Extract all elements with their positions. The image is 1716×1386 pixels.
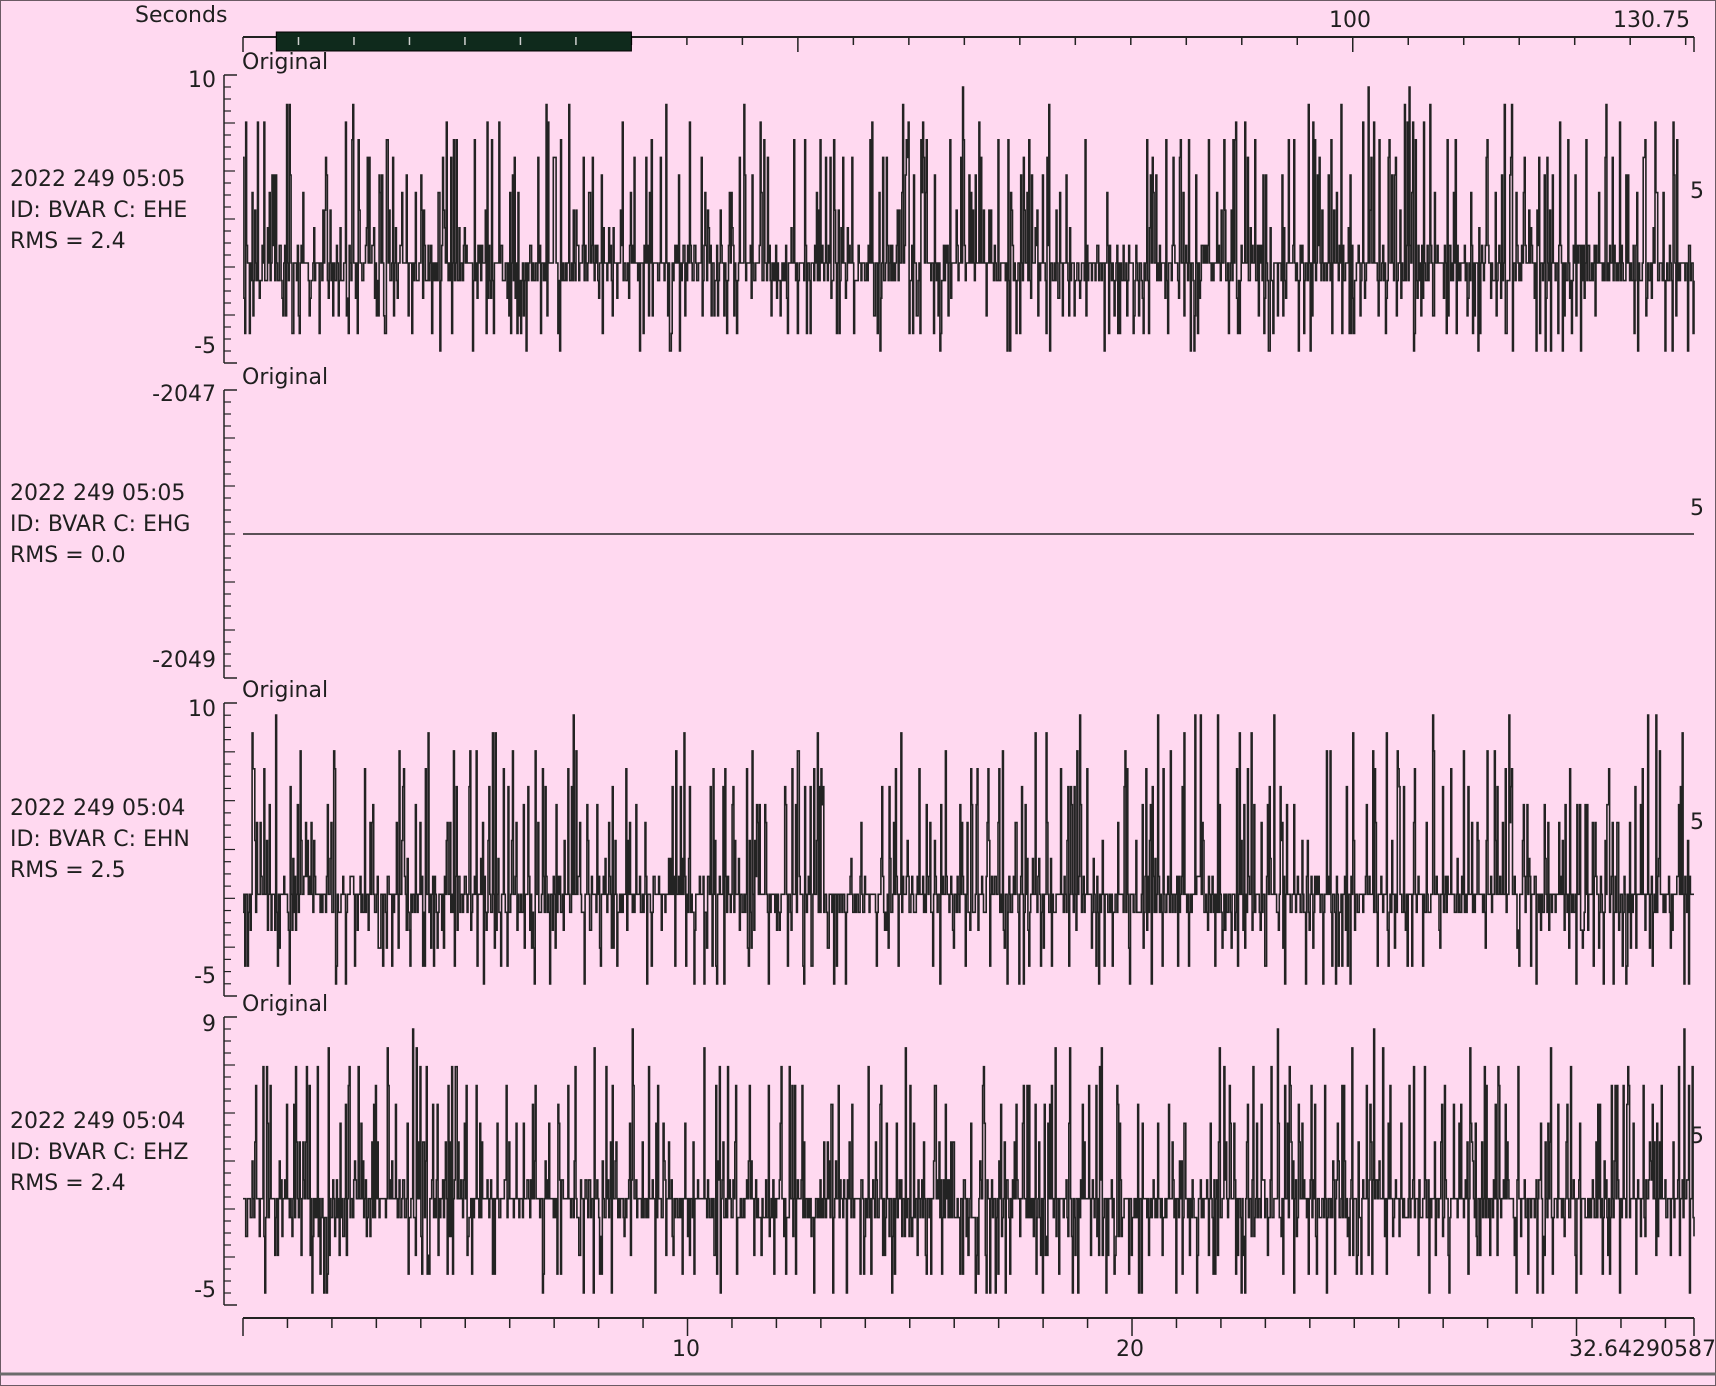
- time-tick-label: 20: [1116, 1337, 1144, 1362]
- channel-date: 2022 249 05:05: [10, 481, 185, 506]
- panel-label: Original: [242, 50, 328, 75]
- channel-panel[interactable]: Original 9 -5 2022 249 05:04 ID: BVAR C: EHZ…: [10, 992, 1704, 1306]
- y-max-label: 10: [188, 697, 216, 722]
- y-max-label: 9: [202, 1012, 216, 1037]
- panel-label: Original: [242, 678, 328, 703]
- y-min-label: -5: [194, 964, 216, 989]
- y-min-label: -5: [194, 334, 216, 359]
- waveform-trace: [243, 86, 1695, 352]
- channel-rms: RMS = 2.5: [10, 858, 126, 883]
- right-scale-label: 5: [1690, 179, 1704, 204]
- time-axis-ticks: [242, 1318, 1695, 1336]
- channel-panel[interactable]: Original 10 -5 2022 249 05:05 ID: BVAR C: EH…: [10, 50, 1704, 364]
- channel-rms: RMS = 2.4: [10, 1171, 126, 1196]
- overview-tick-label: 130.75: [1613, 8, 1690, 33]
- right-scale-label: 5: [1690, 810, 1704, 835]
- overview-tick-label: 100: [1329, 8, 1371, 33]
- seismogram-viewer: Seconds 100 130.75 Original 10 -5 2022 249 …: [0, 0, 1716, 1386]
- channel-panel[interactable]: Original -2047 -2049 2022 249 05:05 ID: BVAR…: [10, 365, 1704, 679]
- panel-label: Original: [242, 365, 328, 390]
- channel-date: 2022 249 05:04: [10, 1109, 185, 1134]
- channel-panels: Original 10 -5 2022 249 05:05 ID: BVAR C: EH…: [10, 50, 1704, 1306]
- channel-rms: RMS = 0.0: [10, 543, 126, 568]
- y-min-label: -2049: [152, 648, 216, 673]
- time-tick-label: 32.64290587: [1569, 1337, 1716, 1362]
- overview-axis-label: Seconds: [135, 3, 227, 28]
- waveform-trace: [243, 1028, 1695, 1294]
- overview-selection-bar[interactable]: [275, 31, 632, 52]
- seismogram-plot: Seconds 100 130.75 Original 10 -5 2022 249 …: [0, 0, 1716, 1386]
- channel-date: 2022 249 05:04: [10, 796, 185, 821]
- channel-id: ID: BVAR C: EHZ: [10, 1140, 189, 1165]
- time-axis: 10 20 32.64290587: [242, 1317, 1716, 1362]
- right-scale-label: 5: [1690, 496, 1704, 521]
- channel-id: ID: BVAR C: EHE: [10, 198, 187, 223]
- y-max-label: -2047: [152, 382, 216, 407]
- channel-rms: RMS = 2.4: [10, 229, 126, 254]
- time-tick-label: 10: [672, 1337, 700, 1362]
- channel-date: 2022 249 05:05: [10, 167, 185, 192]
- waveform-trace: [243, 714, 1694, 985]
- channel-panel[interactable]: Original 10 -5 2022 249 05:04 ID: BVAR C: EH…: [10, 678, 1704, 997]
- overview-axis[interactable]: Seconds 100 130.75: [135, 3, 1695, 52]
- channel-id: ID: BVAR C: EHG: [10, 512, 190, 537]
- channel-id: ID: BVAR C: EHN: [10, 827, 190, 852]
- y-max-label: 10: [188, 68, 216, 93]
- y-min-label: -5: [194, 1278, 216, 1303]
- panel-label: Original: [242, 992, 328, 1017]
